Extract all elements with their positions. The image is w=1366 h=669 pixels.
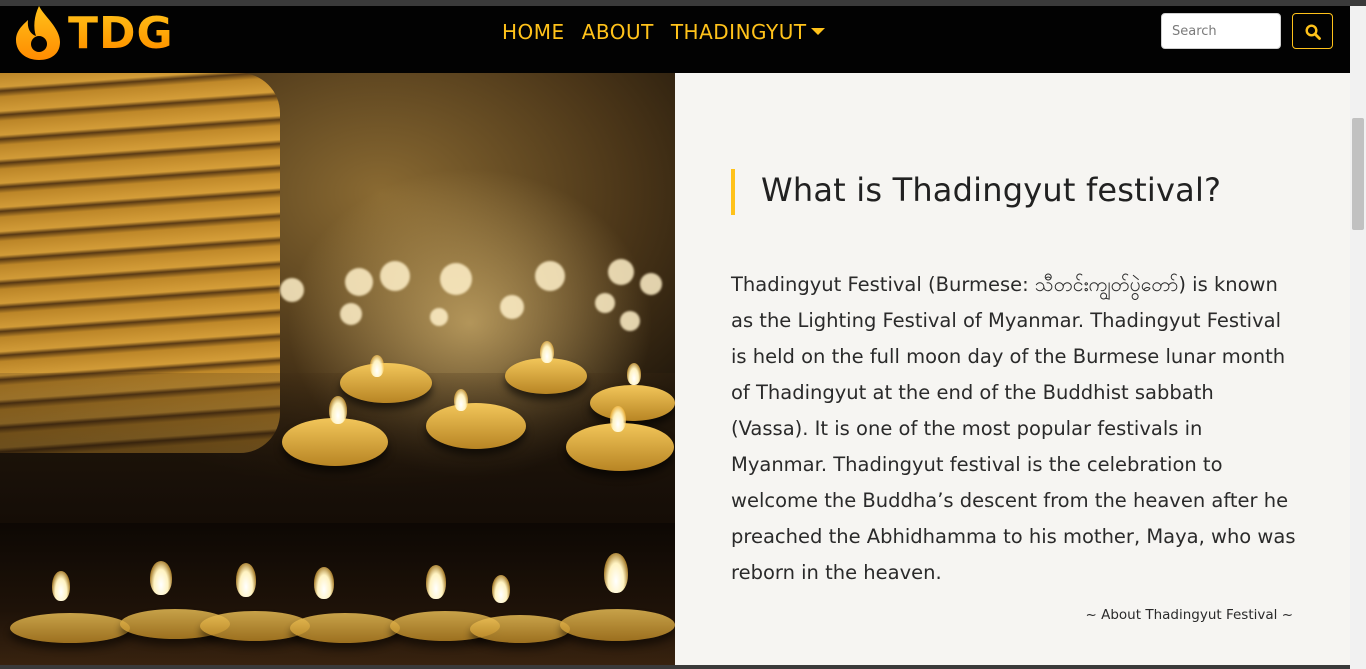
search-input[interactable] — [1161, 13, 1281, 49]
nav-about[interactable]: ABOUT — [582, 20, 654, 44]
search-icon — [1305, 24, 1321, 40]
page-scrollbar[interactable] — [1350, 6, 1366, 669]
search-button[interactable] — [1292, 13, 1333, 49]
candles-and-lantern-photo — [0, 73, 675, 523]
article-section: What is Thadingyut festival? Thadingyut … — [675, 73, 1350, 669]
row-of-candles-photo — [0, 523, 675, 669]
scrollbar-thumb[interactable] — [1352, 118, 1364, 230]
flame-drop-icon — [16, 6, 60, 60]
nav-thadingyut-label: THADINGYUT — [670, 20, 807, 44]
browser-bottom-strip — [0, 665, 1350, 669]
brand-name: TDG — [68, 8, 174, 59]
main-nav: HOME ABOUT THADINGYUT — [502, 20, 842, 44]
nav-home[interactable]: HOME — [502, 20, 565, 44]
article-body: Thadingyut Festival (Burmese: သီတင်းကျွတ… — [731, 273, 1296, 584]
nav-thadingyut-dropdown[interactable]: THADINGYUT — [671, 20, 825, 44]
navbar: TDG HOME ABOUT THADINGYUT — [0, 6, 1350, 73]
heading-accent-bar — [731, 169, 735, 215]
caret-down-icon — [810, 28, 825, 35]
image-column — [0, 73, 675, 669]
article-caption: ~ About Thadingyut Festival ~ — [1085, 607, 1293, 623]
article-title: What is Thadingyut festival? — [761, 171, 1222, 209]
